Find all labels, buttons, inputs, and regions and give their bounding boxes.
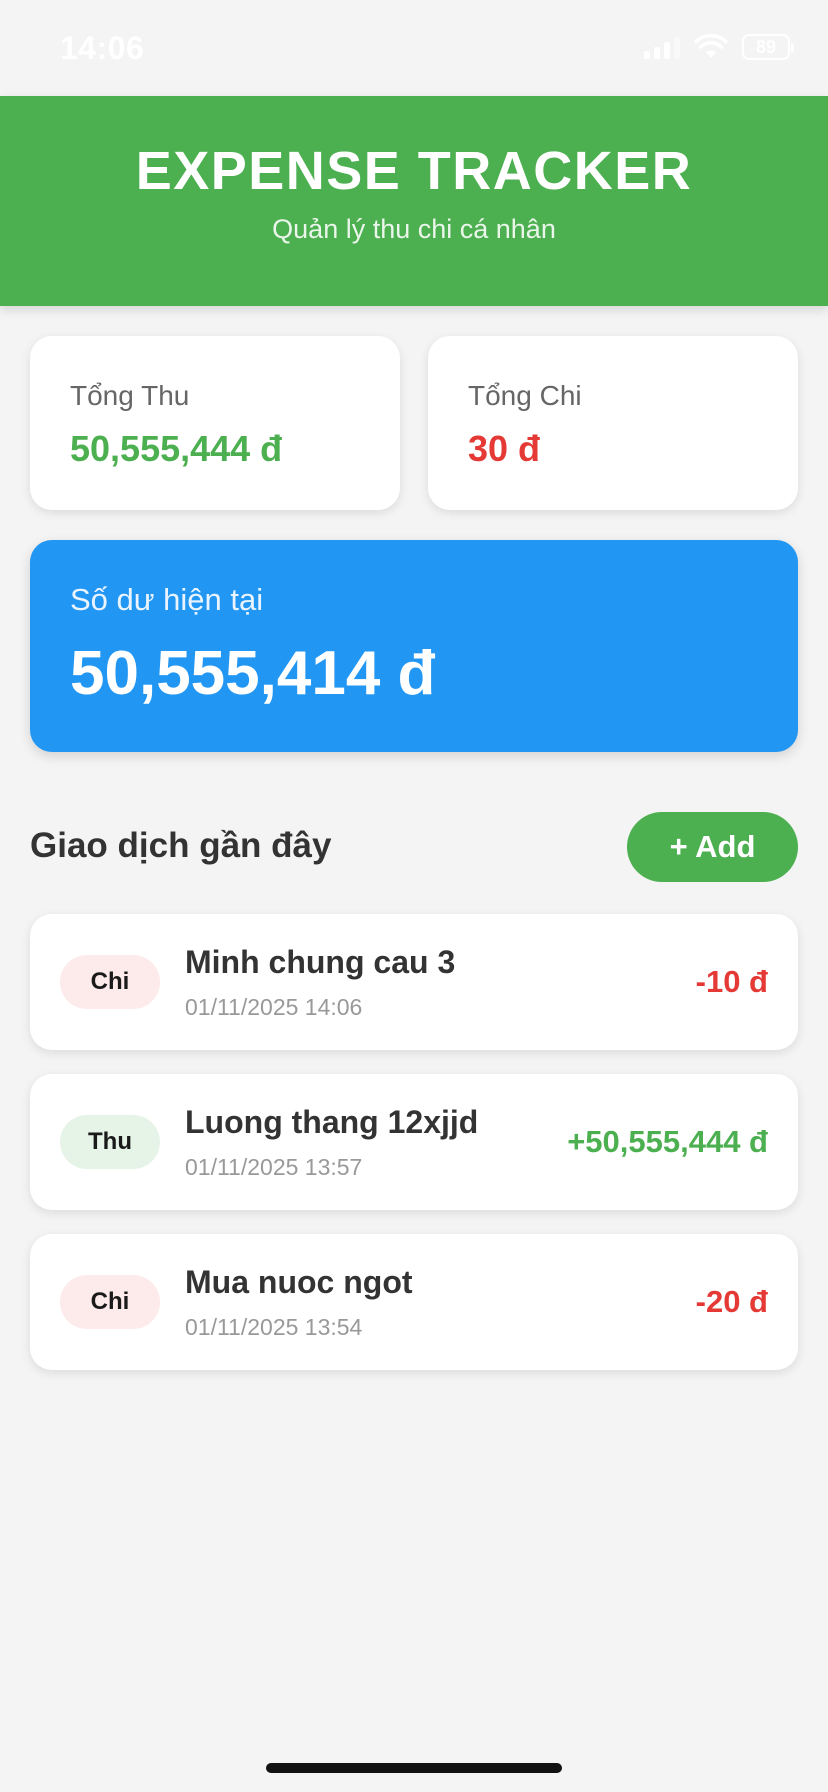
- signal-icon: [644, 35, 680, 59]
- transaction-amount: -20 đ: [695, 1284, 768, 1319]
- transaction-type-badge: Chi: [60, 1275, 160, 1329]
- transaction-date: 01/11/2025 14:06: [185, 994, 363, 1020]
- total-income-label: Tổng Thu: [70, 380, 190, 411]
- transaction-amount: -10 đ: [695, 964, 768, 999]
- total-expense-label: Tổng Chi: [468, 380, 582, 411]
- app-header: EXPENSE TRACKER Quản lý thu chi cá nhân: [0, 96, 828, 306]
- wifi-icon: [694, 34, 728, 58]
- battery-icon: 89: [742, 34, 794, 60]
- total-expense-card: Tổng Chi 30 đ: [428, 336, 798, 510]
- transaction-type-badge: Thu: [60, 1115, 160, 1169]
- transaction-date: 01/11/2025 13:57: [185, 1154, 363, 1180]
- add-transaction-button[interactable]: + Add: [627, 812, 798, 882]
- app-subtitle: Quản lý thu chi cá nhân: [272, 214, 556, 244]
- transaction-amount: +50,555,444 đ: [567, 1124, 768, 1159]
- transaction-title: Luong thang 12xjjd: [185, 1104, 479, 1140]
- app-title: EXPENSE TRACKER: [135, 141, 693, 201]
- transaction-type-badge: Chi: [60, 955, 160, 1009]
- total-income-value: 50,555,444 đ: [70, 428, 283, 469]
- total-expense-value: 30 đ: [468, 428, 541, 469]
- status-time: 14:06: [60, 30, 145, 66]
- transaction-item[interactable]: Chi Minh chung cau 3 01/11/2025 14:06 -1…: [30, 914, 798, 1050]
- balance-label: Số dư hiện tại: [70, 582, 264, 617]
- transaction-item[interactable]: Thu Luong thang 12xjjd 01/11/2025 13:57 …: [30, 1074, 798, 1210]
- transaction-date: 01/11/2025 13:54: [185, 1314, 363, 1340]
- total-income-card: Tổng Thu 50,555,444 đ: [30, 336, 400, 510]
- balance-card: Số dư hiện tại 50,555,414 đ: [30, 540, 798, 752]
- transaction-title: Mua nuoc ngot: [185, 1264, 413, 1300]
- transaction-item[interactable]: Chi Mua nuoc ngot 01/11/2025 13:54 -20 đ: [30, 1234, 798, 1370]
- status-icons: 89: [644, 34, 794, 60]
- balance-value: 50,555,414 đ: [70, 639, 436, 708]
- transaction-title: Minh chung cau 3: [185, 944, 456, 980]
- recent-transactions-title: Giao dịch gần đây: [30, 826, 332, 865]
- home-indicator[interactable]: [266, 1763, 562, 1773]
- app-screen: 14:06 89 EXPENSE TRACKER Quản lý thu chi…: [0, 0, 828, 1792]
- status-bar: 14:06 89: [0, 0, 828, 96]
